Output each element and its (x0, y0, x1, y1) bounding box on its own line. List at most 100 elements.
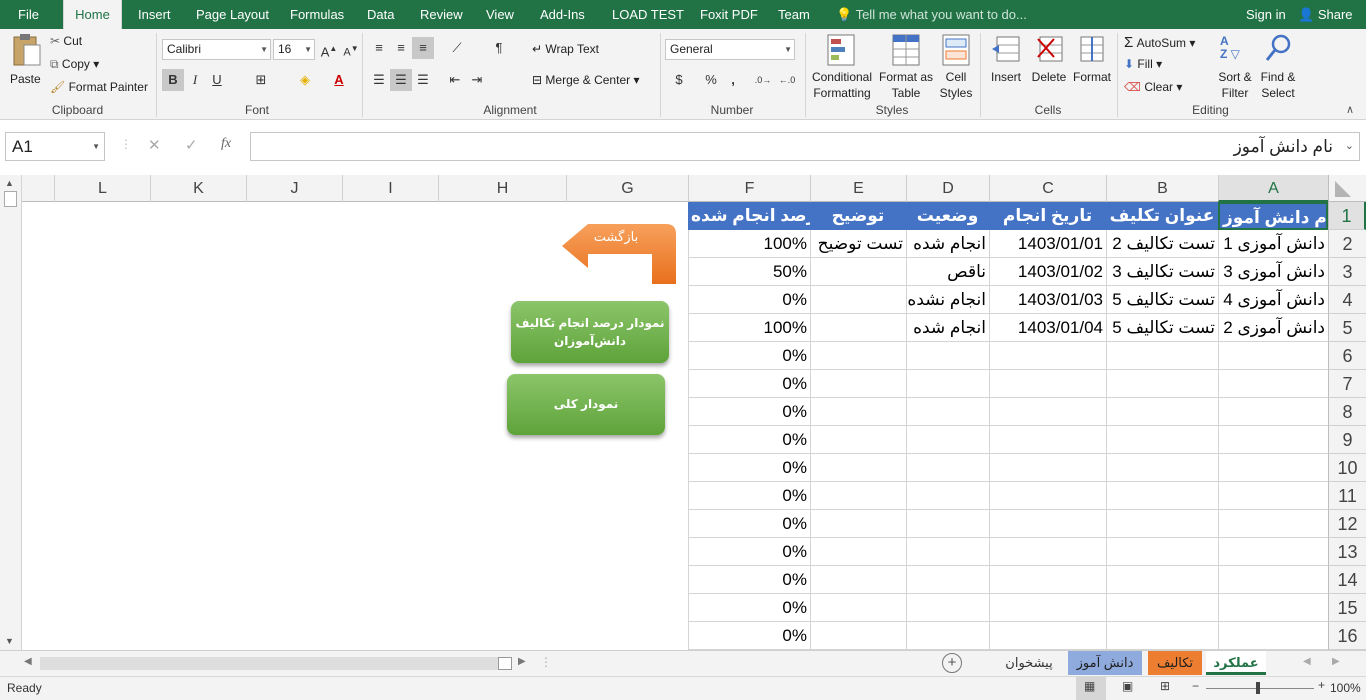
drag-handle-icon[interactable]: ⋮ (540, 655, 552, 669)
tab-addins[interactable]: Add-Ins (540, 0, 585, 29)
delete-cells-button[interactable]: Delete (1028, 31, 1070, 101)
scroll-left-icon[interactable]: ◀ (24, 656, 32, 667)
number-format-combo[interactable]: General ▼ (665, 39, 795, 60)
font-color-icon[interactable]: A (328, 69, 350, 91)
clear-button[interactable]: ⌫ Clear ▾ (1124, 80, 1182, 94)
vertical-scrollbar[interactable]: ▲ ▼ (0, 175, 22, 650)
header-cell-a[interactable]: نام دانش آموز (1218, 202, 1328, 230)
row-header[interactable]: 9 (1328, 426, 1366, 454)
sort-filter-button[interactable]: AZ ▽ Sort & Filter (1214, 31, 1256, 101)
italic-button[interactable]: I (184, 69, 206, 91)
share-button[interactable]: 👤 Share (1298, 0, 1353, 29)
cell-f[interactable]: 0% (688, 398, 810, 426)
cell-d[interactable]: انجام شده (906, 314, 989, 342)
normal-view-icon[interactable]: ▦ (1076, 677, 1106, 700)
comma-button[interactable]: , (722, 69, 744, 91)
font-size-combo[interactable]: 16 ▼ (273, 39, 315, 60)
zoom-out-icon[interactable]: − (1192, 679, 1199, 693)
copy-button[interactable]: ⧉ Copy ▾ (50, 57, 99, 72)
cell-d[interactable]: انجام شده (906, 230, 989, 258)
tab-view[interactable]: View (486, 0, 514, 29)
tab-load-test[interactable]: LOAD TEST (612, 0, 684, 29)
borders-icon[interactable]: ⊞ (250, 69, 272, 91)
column-header[interactable]: C (989, 175, 1106, 202)
cell-f[interactable]: 0% (688, 538, 810, 566)
tab-page-layout[interactable]: Page Layout (196, 0, 269, 29)
orientation-icon[interactable]: ⟋ (446, 37, 468, 59)
header-cell-e[interactable]: توضیح (810, 202, 906, 230)
row-header[interactable]: 4 (1328, 286, 1366, 314)
sheet-tab-performance[interactable]: عملکرد (1206, 651, 1266, 675)
decrease-indent-icon[interactable]: ⇤ (444, 69, 466, 91)
increase-indent-icon[interactable]: ⇥ (466, 69, 488, 91)
scroll-thumb[interactable] (4, 191, 17, 207)
select-all-corner[interactable] (1328, 175, 1366, 202)
insert-cells-button[interactable]: Insert (984, 31, 1028, 101)
page-break-view-icon[interactable]: ⊞ (1160, 679, 1170, 693)
sign-in-link[interactable]: Sign in (1246, 0, 1286, 29)
insert-function-icon[interactable]: fx (221, 136, 231, 152)
column-header[interactable]: F (688, 175, 810, 202)
cell-f[interactable]: 0% (688, 370, 810, 398)
tab-file[interactable]: File (18, 0, 39, 29)
cell-d[interactable]: ناقص (906, 258, 989, 286)
row-header[interactable]: 7 (1328, 370, 1366, 398)
cell-b[interactable]: تست تکالیف 5 (1106, 286, 1218, 314)
header-cell-b[interactable]: عنوان تکلیف (1106, 202, 1218, 230)
cell-f[interactable]: 100% (688, 230, 810, 258)
tell-me-box[interactable]: 💡 Tell me what you want to do... (836, 0, 1027, 29)
align-left-icon[interactable]: ☰ (368, 69, 390, 91)
zoom-slider[interactable] (1206, 682, 1314, 694)
row-header[interactable]: 13 (1328, 538, 1366, 566)
column-header[interactable]: L (54, 175, 150, 202)
zoom-in-icon[interactable]: + (1318, 678, 1325, 692)
fill-button[interactable]: ⬇ Fill ▾ (1124, 57, 1162, 71)
sheet-tab-assignments[interactable]: تکالیف (1148, 651, 1202, 675)
next-sheet-icon[interactable]: ▶ (1332, 656, 1340, 667)
chart-total-button[interactable]: نمودار کلی (507, 374, 665, 435)
column-header[interactable]: B (1106, 175, 1218, 202)
cell-styles-button[interactable]: Cell Styles (936, 31, 976, 101)
cell-f[interactable]: 0% (688, 426, 810, 454)
increase-decimal-icon[interactable]: .0→ (752, 69, 774, 91)
column-header[interactable]: I (342, 175, 438, 202)
header-cell-f[interactable]: درصد انجام شده (688, 202, 810, 230)
row-header[interactable]: 15 (1328, 594, 1366, 622)
paste-button[interactable]: Paste (6, 31, 44, 99)
column-header[interactable]: K (150, 175, 246, 202)
cell-f[interactable]: 0% (688, 622, 810, 650)
add-sheet-icon[interactable]: + (942, 653, 962, 673)
format-as-table-button[interactable]: Format as Table (876, 31, 936, 101)
cell-a[interactable]: دانش آموزی 1 (1218, 230, 1328, 258)
row-header[interactable]: 6 (1328, 342, 1366, 370)
cell-c[interactable]: 1403/01/02 (989, 258, 1106, 286)
tab-formulas[interactable]: Formulas (290, 0, 344, 29)
format-cells-button[interactable]: Format (1070, 31, 1114, 101)
conditional-formatting-button[interactable]: Conditional Formatting (808, 31, 874, 101)
cell-b[interactable]: تست تکالیف 5 (1106, 314, 1218, 342)
tab-insert[interactable]: Insert (138, 0, 171, 29)
back-arrow-shape[interactable]: بازگشت (560, 220, 680, 286)
sheet-tab-dashboard[interactable]: پیشخوان (996, 651, 1062, 675)
percent-button[interactable]: % (700, 69, 722, 91)
column-header[interactable]: G (566, 175, 688, 202)
row-header[interactable]: 10 (1328, 454, 1366, 482)
scroll-right-icon[interactable]: ▶ (518, 656, 526, 667)
align-middle-icon[interactable]: ≡ (390, 37, 412, 59)
drag-handle-icon[interactable]: ⋮ (120, 137, 132, 151)
fill-color-icon[interactable]: ◈ (294, 69, 316, 91)
row-header[interactable]: 12 (1328, 510, 1366, 538)
column-header[interactable]: E (810, 175, 906, 202)
tab-team[interactable]: Team (778, 0, 810, 29)
collapse-ribbon-icon[interactable]: ∧ (1346, 103, 1354, 116)
cell-a[interactable]: دانش آموزی 4 (1218, 286, 1328, 314)
tab-review[interactable]: Review (420, 0, 463, 29)
align-bottom-icon[interactable]: ≡ (412, 37, 434, 59)
prev-sheet-icon[interactable]: ◀ (1303, 656, 1311, 667)
bold-button[interactable]: B (162, 69, 184, 91)
row-header[interactable]: 1 (1328, 202, 1366, 230)
zoom-slider-thumb[interactable] (1256, 682, 1260, 694)
sheet-tab-students[interactable]: دانش آموز (1068, 651, 1142, 675)
format-painter-button[interactable]: 🖌 Format Painter (50, 80, 148, 94)
worksheet-grid[interactable]: نام دانش آموز عنوان تکلیف تاریخ انجام وض… (22, 202, 1328, 650)
